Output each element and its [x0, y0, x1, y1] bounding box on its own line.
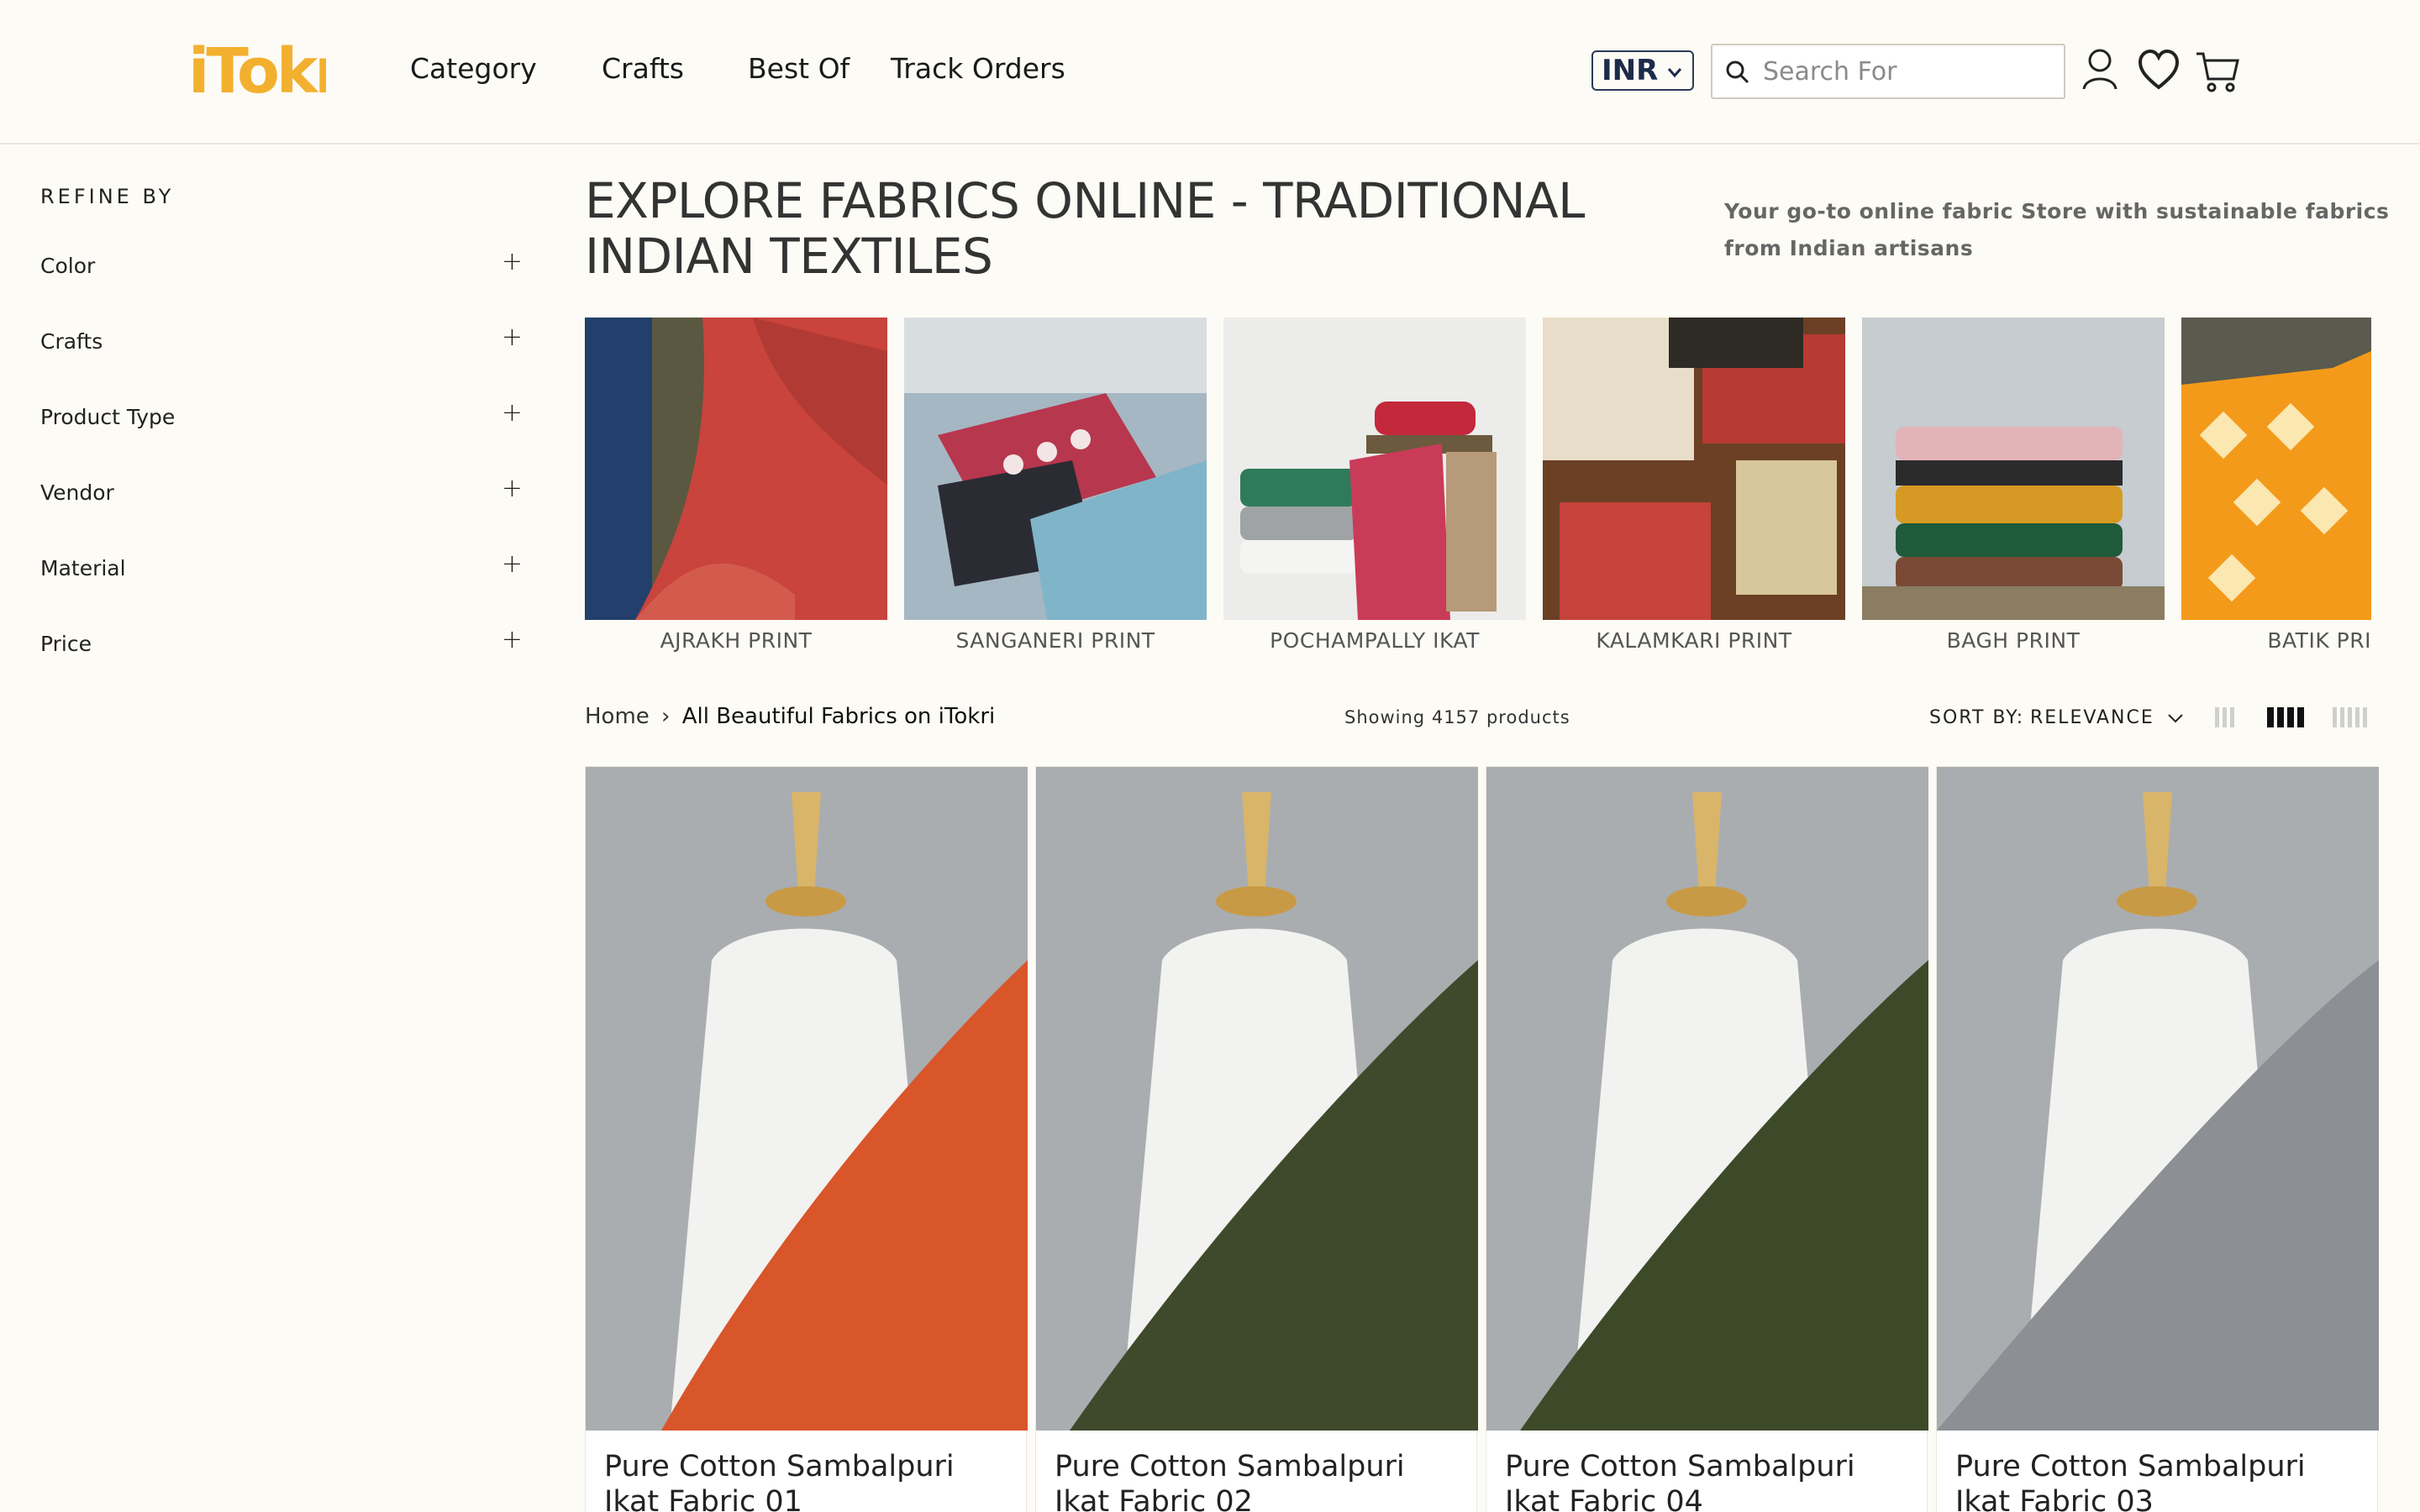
breadcrumb-home[interactable]: Home: [585, 704, 650, 729]
craft-label: POCHAMPALLY IKAT: [1270, 628, 1480, 653]
cart-icon[interactable]: [2195, 47, 2240, 94]
filter-label: Crafts: [40, 329, 103, 354]
filter-label: Color: [40, 254, 96, 278]
heart-icon[interactable]: [2138, 47, 2180, 94]
page-subtitle: Your go-to online fabric Store with sust…: [1724, 199, 2390, 260]
filter-color[interactable]: Color +: [40, 245, 523, 287]
filter-label: Vendor: [40, 480, 114, 505]
product-image: [1486, 767, 1928, 1431]
product-count: 4157: [1431, 707, 1481, 727]
products-unit: products: [1486, 707, 1570, 727]
craft-label: BAGH PRINT: [1946, 628, 2081, 653]
chevron-down-icon: [2168, 714, 2183, 723]
craft-image: [1223, 318, 1526, 620]
refine-heading: REFINE BY: [40, 185, 175, 208]
nav-crafts[interactable]: Crafts: [602, 52, 684, 85]
filter-price[interactable]: Price +: [40, 623, 523, 665]
expand-icon[interactable]: +: [502, 474, 523, 503]
logo-mark: iTokri: [188, 35, 363, 108]
craft-label: SANGANERI PRINT: [955, 628, 1155, 653]
craft-tile-bagh[interactable]: BAGH PRINT: [1862, 318, 2165, 653]
craft-tile-ajrakh[interactable]: AJRAKH PRINT: [585, 318, 887, 653]
product-image: [1036, 767, 1478, 1431]
itokri-logo[interactable]: iTokri: [188, 34, 363, 111]
filter-material[interactable]: Material +: [40, 548, 523, 590]
filter-label: Price: [40, 632, 92, 656]
filter-product-type[interactable]: Product Type +: [40, 396, 523, 438]
nav-category[interactable]: Category: [410, 52, 537, 85]
filter-crafts[interactable]: Crafts +: [40, 321, 523, 363]
expand-icon[interactable]: +: [502, 247, 523, 276]
chevron-down-icon: [1667, 68, 1682, 78]
sort-value: RELEVANCE: [2030, 707, 2154, 728]
breadcrumb: Home › All Beautiful Fabrics on iTokri: [585, 704, 995, 729]
search-icon[interactable]: [1724, 59, 1751, 86]
product-title[interactable]: Pure Cotton Sambalpuri Ikat Fabric 01: [604, 1449, 1016, 1512]
expand-icon[interactable]: +: [502, 398, 523, 428]
product-card[interactable]: Pure Cotton Sambalpuri Ikat Fabric 03: [1936, 766, 2379, 1512]
mannequin-image-2: [1036, 767, 1478, 1431]
craft-tile-pochampally[interactable]: POCHAMPALLY IKAT: [1223, 318, 1526, 653]
site-header: iTokri Category Crafts Best Of Track Ord…: [0, 0, 2420, 144]
currency-select[interactable]: INR: [1591, 50, 1694, 91]
currency-value: INR: [1602, 54, 1659, 87]
filter-label: Material: [40, 556, 126, 580]
breadcrumb-separator: ›: [661, 704, 671, 729]
product-card[interactable]: Pure Cotton Sambalpuri Ikat Fabric 02: [1035, 766, 1478, 1512]
product-image: [586, 767, 1028, 1431]
svg-text:iTokri: iTokri: [188, 35, 326, 108]
sort-dropdown[interactable]: RELEVANCE: [2030, 707, 2184, 728]
expand-icon[interactable]: +: [502, 549, 523, 579]
craft-tile-kalamkari[interactable]: KALAMKARI PRINT: [1543, 318, 1845, 653]
page-title: EXPLORE FABRICS ONLINE - TRADITIONAL IND…: [585, 172, 1585, 285]
results-count: Showing 4157 products: [1344, 707, 1570, 727]
craft-image: [1862, 318, 2165, 620]
craft-image: [1543, 318, 1845, 620]
breadcrumb-current: All Beautiful Fabrics on iTokri: [681, 704, 996, 729]
craft-label: KALAMKARI PRINT: [1596, 628, 1792, 653]
expand-icon[interactable]: +: [502, 323, 523, 352]
craft-label: AJRAKH PRINT: [660, 628, 813, 653]
craft-image: [585, 318, 887, 620]
mannequin-image-4: [1937, 767, 2379, 1431]
mannequin-image-1: [586, 767, 1028, 1431]
grid-3-view-icon[interactable]: [2215, 707, 2234, 727]
expand-icon[interactable]: +: [502, 625, 523, 654]
sort-label: SORT BY:: [1929, 707, 2025, 728]
search-input[interactable]: [1763, 52, 2057, 91]
product-image: [1937, 767, 2379, 1431]
product-card[interactable]: Pure Cotton Sambalpuri Ikat Fabric 01: [585, 766, 1028, 1512]
filter-label: Product Type: [40, 405, 176, 429]
craft-label: BATIK PRI: [2267, 628, 2371, 653]
craft-image: [2181, 318, 2371, 620]
craft-image: [904, 318, 1207, 620]
craft-tile-batik[interactable]: BATIK PRI: [2181, 318, 2371, 653]
grid-5-view-icon[interactable]: [2333, 707, 2367, 727]
craft-tile-sanganeri[interactable]: SANGANERI PRINT: [904, 318, 1207, 653]
product-title[interactable]: Pure Cotton Sambalpuri Ikat Fabric 04: [1505, 1449, 1917, 1512]
product-card[interactable]: Pure Cotton Sambalpuri Ikat Fabric 04: [1486, 766, 1928, 1512]
search-box: [1711, 44, 2065, 99]
product-title[interactable]: Pure Cotton Sambalpuri Ikat Fabric 03: [1955, 1449, 2367, 1512]
nav-best-of[interactable]: Best Of: [748, 52, 850, 85]
grid-4-view-icon[interactable]: [2267, 707, 2304, 727]
nav-track-orders[interactable]: Track Orders: [891, 52, 1065, 85]
product-title[interactable]: Pure Cotton Sambalpuri Ikat Fabric 02: [1055, 1449, 1466, 1512]
filter-vendor[interactable]: Vendor +: [40, 472, 523, 514]
user-icon[interactable]: [2081, 47, 2119, 94]
showing-label: Showing: [1344, 707, 1426, 727]
mannequin-image-3: [1486, 767, 1928, 1431]
